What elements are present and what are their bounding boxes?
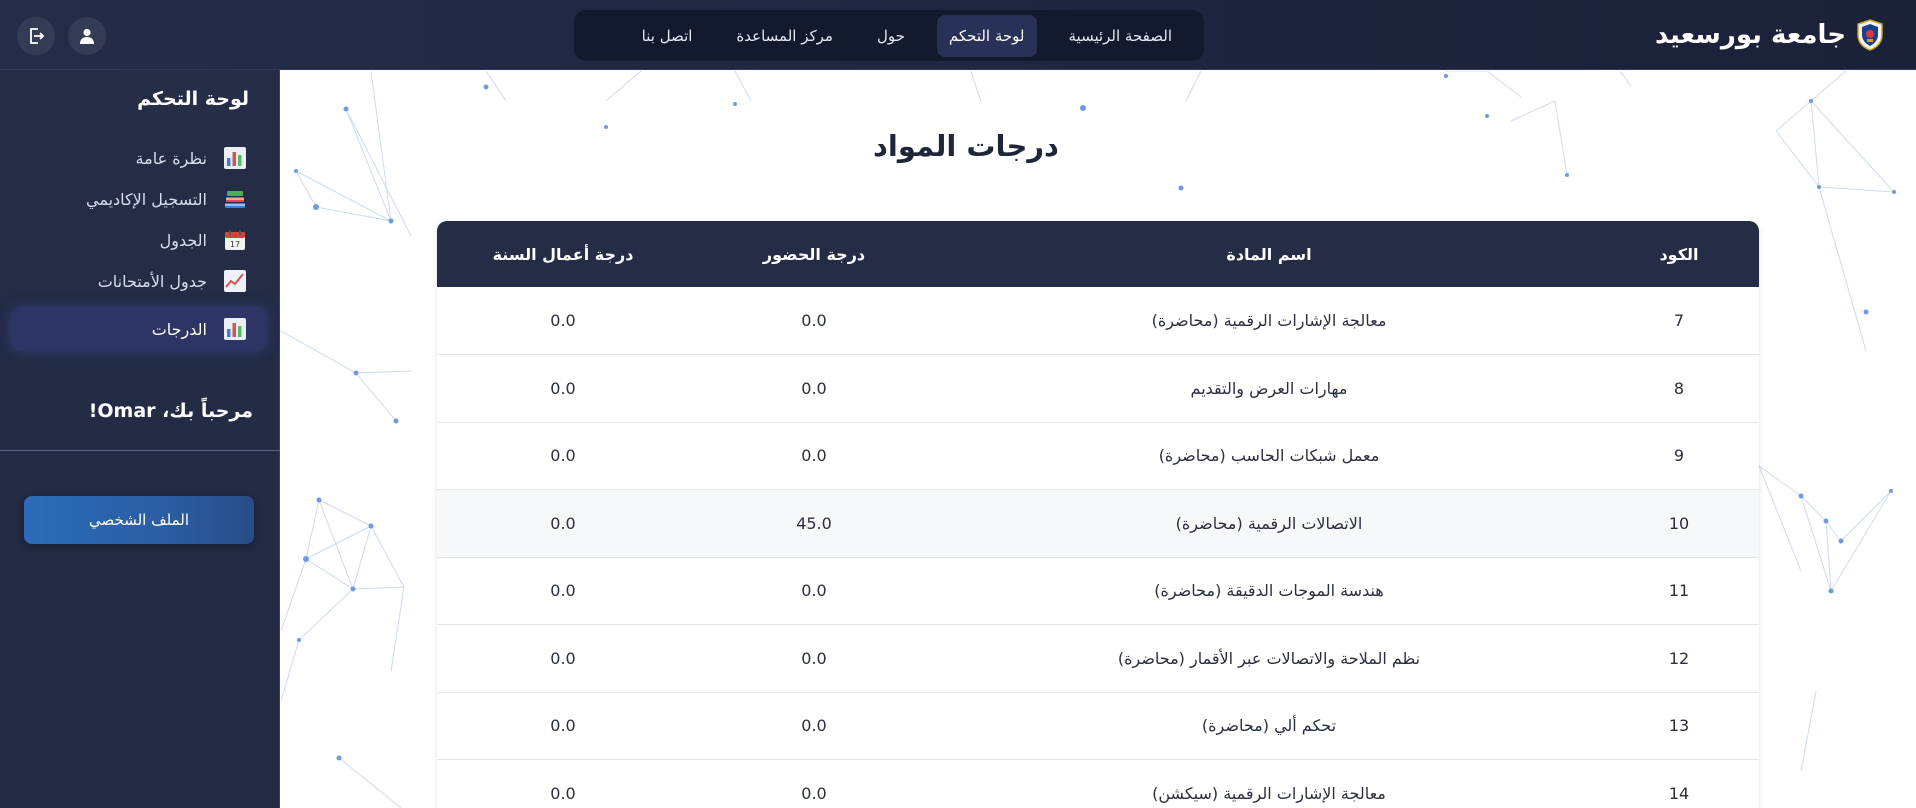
sidebar-item-label: التسجيل الإكاديمي [85, 189, 207, 209]
nav-help-center[interactable]: مركز المساعدة [724, 15, 845, 57]
cell-subject: الاتصالات الرقمية (محاضرة) [1175, 513, 1363, 533]
table-row: 12 نظم الملاحة والاتصالات عبر الأقمار (م… [437, 625, 1759, 692]
sidebar-divider [0, 450, 280, 451]
cell-code: 14 [1668, 783, 1690, 803]
header-coursework-grade: درجة أعمال السنة [492, 244, 634, 264]
cell-subject: تحكم ألي (محاضرة) [1201, 716, 1337, 736]
cell-code: 12 [1668, 648, 1690, 668]
brand-name: جامعة بورسعيد [1654, 20, 1846, 50]
cell-code: 11 [1668, 581, 1690, 601]
sidebar-item-schedule[interactable]: 17 الجدول [11, 220, 267, 260]
cell-subject: هندسة الموجات الدقيقة (محاضرة) [1154, 581, 1384, 601]
table-row: 7 معالجة الإشارات الرقمية (محاضرة) 0.0 0… [437, 287, 1759, 355]
logout-icon [30, 28, 45, 44]
university-shield-logo [1857, 19, 1883, 51]
table-row: 10 الاتصالات الرقمية (محاضرة) 45.0 0.0 [437, 489, 1759, 557]
grades-table-container: الكود اسم المادة درجة الحضور درجة أعمال … [437, 221, 1759, 808]
page-title: درجات المواد [873, 129, 1059, 163]
table-row: 8 مهارات العرض والتقديم 0.0 0.0 [437, 355, 1759, 422]
cell-attendance: 0.0 [801, 378, 827, 398]
trend-chart-icon [221, 267, 249, 295]
nav-contact[interactable]: اتصل بنا [630, 15, 705, 57]
cell-coursework: 0.0 [550, 648, 576, 668]
sidebar-item-grades[interactable]: الدرجات [11, 307, 267, 351]
sidebar-item-academic-registration[interactable]: التسجيل الإكاديمي [11, 179, 267, 219]
cell-coursework: 0.0 [550, 446, 576, 466]
table-header-row: الكود اسم المادة درجة الحضور درجة أعمال … [437, 221, 1759, 287]
sidebar-item-label: الجدول [159, 230, 207, 250]
logout-button[interactable] [17, 17, 55, 55]
cell-attendance: 0.0 [801, 446, 827, 466]
sidebar-item-exam-schedule[interactable]: جدول الأمتحانات [11, 261, 267, 301]
cell-code: 9 [1673, 446, 1685, 466]
cell-coursework: 0.0 [550, 311, 576, 330]
brand[interactable]: جامعة بورسعيد [1655, 0, 1884, 70]
cell-coursework: 0.0 [550, 783, 576, 803]
cell-subject: نظم الملاحة والاتصالات عبر الأقمار (محاض… [1117, 648, 1421, 668]
user-icon [80, 28, 94, 44]
table-row: 9 معمل شبكات الحاسب (محاضرة) 0.0 0.0 [437, 422, 1759, 490]
header-attendance-grade: درجة الحضور [762, 244, 866, 264]
grades-table: الكود اسم المادة درجة الحضور درجة أعمال … [437, 221, 1759, 808]
header-code: الكود [1659, 244, 1699, 264]
cell-subject: مهارات العرض والتقديم [1190, 378, 1348, 398]
sidebar-menu: نظرة عامة التسجيل الإكاديمي 17 الجدول جد… [11, 138, 267, 352]
cell-code: 7 [1673, 311, 1685, 330]
cell-coursework: 0.0 [550, 378, 576, 398]
cell-attendance: 0.0 [801, 716, 827, 736]
nav-dashboard[interactable]: لوحة التحكم [936, 14, 1037, 57]
table-row: 13 تحكم ألي (محاضرة) 0.0 0.0 [437, 692, 1759, 760]
cell-code: 10 [1668, 513, 1690, 533]
cell-attendance: 0.0 [801, 648, 827, 668]
cell-attendance: 45.0 [796, 513, 832, 533]
cell-attendance: 0.0 [801, 581, 827, 601]
main-content: درجات المواد الكود اسم المادة درجة الحضو… [281, 71, 1916, 808]
top-navbar: جامعة بورسعيد الصفحة الرئيسية لوحة التحك… [0, 0, 1916, 70]
books-icon [221, 185, 249, 213]
cell-attendance: 0.0 [801, 783, 827, 803]
sidebar-item-label: الدرجات [151, 319, 207, 339]
cell-subject: معالجة الإشارات الرقمية (محاضرة) [1151, 311, 1387, 330]
table-row: 14 معالجة الإشارات الرقمية (سيكشن) 0.0 0… [437, 760, 1759, 808]
cell-code: 8 [1673, 378, 1685, 398]
profile-button[interactable]: الملف الشخصي [24, 496, 254, 544]
table-row: 11 هندسة الموجات الدقيقة (محاضرة) 0.0 0.… [437, 557, 1759, 625]
bar-chart-icon [221, 315, 249, 343]
sidebar-title: لوحة التحكم [137, 88, 249, 110]
cell-attendance: 0.0 [801, 311, 827, 330]
cell-coursework: 0.0 [550, 513, 576, 533]
sidebar-item-label: نظرة عامة [135, 148, 207, 168]
user-button[interactable] [68, 17, 106, 55]
sidebar: لوحة التحكم نظرة عامة التسجيل الإكاديمي … [0, 70, 280, 808]
bar-chart-icon [221, 144, 249, 172]
calendar-icon: 17 [221, 226, 249, 254]
main-nav: الصفحة الرئيسية لوحة التحكم حول مركز الم… [574, 10, 1204, 61]
cell-coursework: 0.0 [550, 716, 576, 736]
cell-subject: معمل شبكات الحاسب (محاضرة) [1158, 446, 1380, 466]
sidebar-item-overview[interactable]: نظرة عامة [11, 138, 267, 178]
cell-code: 13 [1668, 716, 1690, 736]
welcome-message: مرحباً بك، Omar! [88, 400, 253, 422]
nav-about[interactable]: حول [865, 15, 917, 57]
cell-coursework: 0.0 [550, 581, 576, 601]
header-subject-name: اسم المادة [1226, 244, 1312, 264]
nav-home[interactable]: الصفحة الرئيسية [1057, 15, 1185, 57]
sidebar-item-label: جدول الأمتحانات [97, 271, 207, 291]
svg-text:17: 17 [230, 240, 240, 249]
cell-subject: معالجة الإشارات الرقمية (سيكشن) [1152, 783, 1386, 803]
